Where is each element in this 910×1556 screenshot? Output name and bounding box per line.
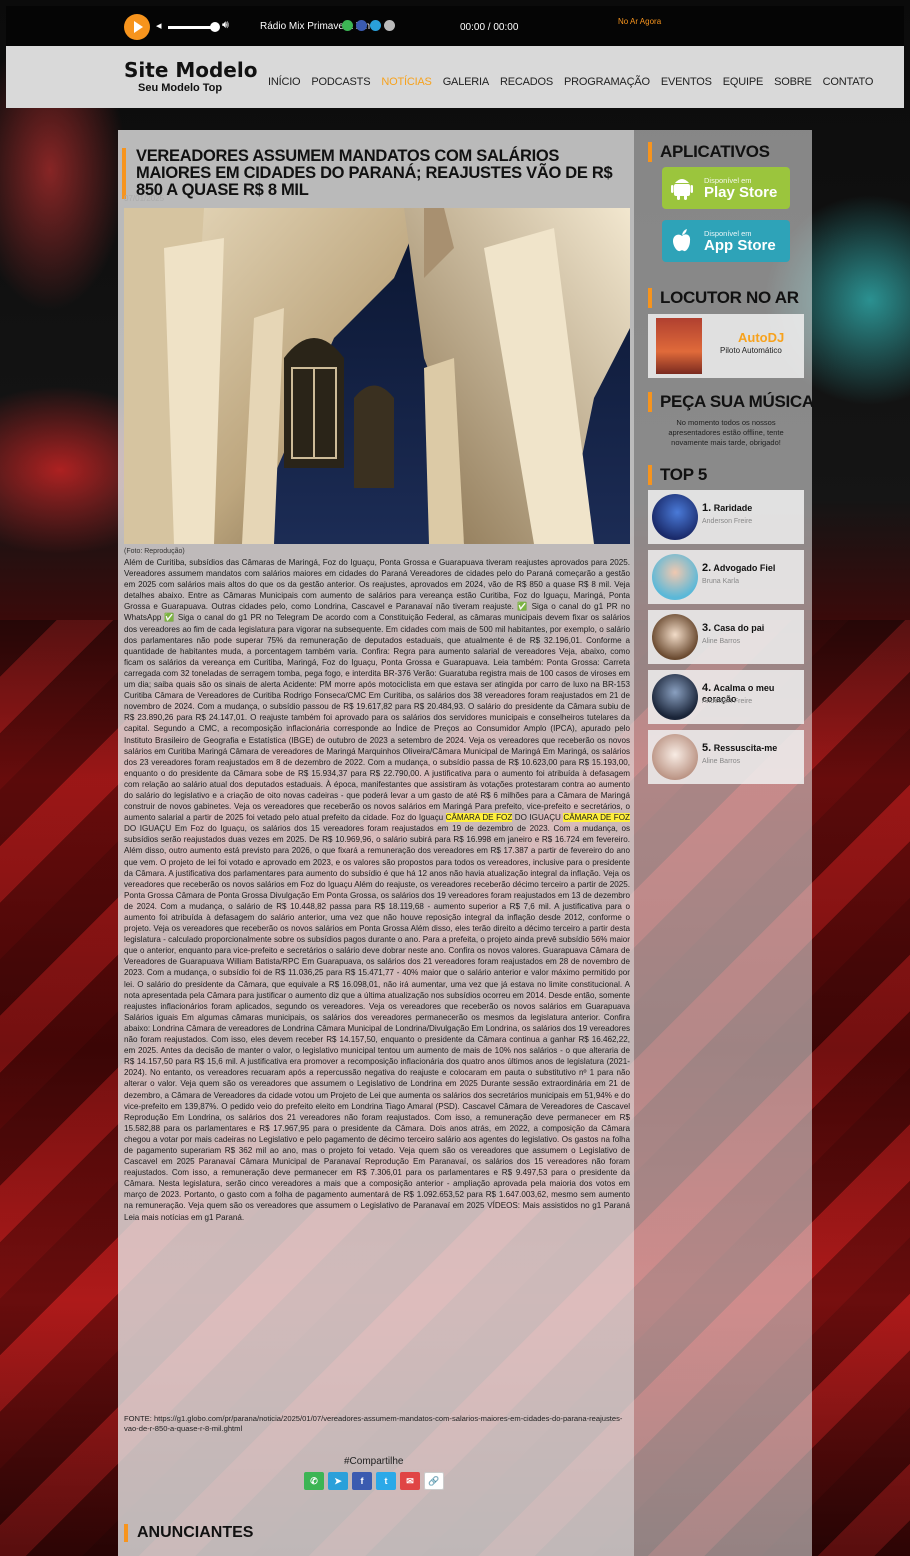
play-store-button[interactable]: Disponível em Play Store <box>662 167 790 209</box>
top5-artist: Anderson Freire <box>702 698 753 705</box>
nav-item-galeria[interactable]: GALERIA <box>443 76 489 88</box>
nav-item-noticias[interactable]: NOTÍCIAS <box>381 76 432 88</box>
album-cover <box>652 674 698 720</box>
locutor-role: Piloto Automático <box>720 346 782 355</box>
article-date: 07/01/2025 <box>124 194 165 203</box>
main-nav: INÍCIO PODCASTS NOTÍCIAS GALERIA RECADOS… <box>268 76 873 88</box>
play-store-label: Play Store <box>704 183 778 201</box>
sponsors-title: ANUNCIANTES <box>124 1524 253 1542</box>
telegram-share-button[interactable]: ➤ <box>328 1472 348 1490</box>
android-icon <box>670 176 694 200</box>
globe-icon[interactable] <box>384 20 395 31</box>
volume-slider-handle[interactable] <box>210 22 220 32</box>
apple-icon <box>670 229 694 253</box>
top5-song-title: Advogado Fiel <box>713 563 776 573</box>
top5-song-title: Raridade <box>713 503 753 513</box>
locutor-avatar <box>656 318 702 374</box>
top5-item[interactable]: 3. Casa do pai Aline Barros <box>648 610 804 664</box>
article-body-text: DO IGUAÇU Em Foz do Iguaçu, os salários … <box>124 824 630 1222</box>
play-button[interactable] <box>124 14 150 40</box>
top5-rank: 2. <box>702 562 712 574</box>
station-social-icons <box>342 20 395 31</box>
email-share-button[interactable]: ✉ <box>400 1472 420 1490</box>
article-source[interactable]: FONTE: https://g1.globo.com/pr/parana/no… <box>124 1414 624 1434</box>
album-cover <box>652 734 698 780</box>
locutor-name: AutoDJ <box>738 330 785 345</box>
twitter-share-button[interactable]: t <box>376 1472 396 1490</box>
top5-song: 5. Ressuscita-me <box>702 742 777 754</box>
volume-up-icon[interactable]: 🔊︎ <box>222 19 229 32</box>
request-song-title: PEÇA SUA MÚSICA <box>648 392 814 412</box>
app-store-button[interactable]: Disponível em App Store <box>662 220 790 262</box>
article-photo <box>124 208 630 544</box>
locutor-card: AutoDJ Piloto Automático <box>648 314 804 378</box>
share-buttons: ✆ ➤ f t ✉ 🔗 <box>304 1472 444 1490</box>
locutor-title: LOCUTOR NO AR <box>648 288 799 308</box>
site-logo-subtitle: Seu Modelo Top <box>138 82 223 94</box>
copy-link-button[interactable]: 🔗 <box>424 1472 444 1490</box>
whatsapp-share-button[interactable]: ✆ <box>304 1472 324 1490</box>
nav-item-programacao[interactable]: PROGRAMAÇÃO <box>564 76 650 88</box>
play-store-small-label: Disponível em <box>704 175 752 185</box>
top5-artist: Aline Barros <box>702 638 741 645</box>
article-body-text: DO IGUAÇU <box>512 813 564 823</box>
volume-mute-icon[interactable]: ◂ <box>156 19 162 32</box>
top5-song: 1. Raridade <box>702 502 752 514</box>
album-cover <box>652 494 698 540</box>
request-song-message: No momento todos os nossos apresentadore… <box>668 418 784 447</box>
on-air-label: No Ar Agora <box>618 17 662 26</box>
nav-item-podcasts[interactable]: PODCASTS <box>311 76 370 88</box>
top5-artist: Bruna Karla <box>702 578 739 585</box>
top5-rank: 1. <box>702 502 712 514</box>
article-title: VEREADORES ASSUMEM MANDATOS COM SALÁRIOS… <box>122 148 628 199</box>
nav-item-equipe[interactable]: EQUIPE <box>723 76 764 88</box>
top5-title: TOP 5 <box>648 465 707 485</box>
nav-item-contato[interactable]: CONTATO <box>823 76 874 88</box>
top5-rank: 4. <box>702 682 712 694</box>
album-cover <box>652 554 698 600</box>
nav-item-recados[interactable]: RECADOS <box>500 76 553 88</box>
facebook-icon[interactable] <box>356 20 367 31</box>
article-body-text: Além de Curitiba, subsídios das Câmaras … <box>124 558 630 823</box>
radio-player-bar: ◂ 🔊︎ Rádio Mix Primavera Fm 00:00 / 00:0… <box>6 6 904 46</box>
album-cover <box>652 614 698 660</box>
top5-song-title: Ressuscita-me <box>713 743 778 753</box>
top5-song-title: Casa do pai <box>713 623 765 633</box>
top5-artist: Aline Barros <box>702 758 741 765</box>
top5-item[interactable]: 2. Advogado Fiel Bruna Karla <box>648 550 804 604</box>
top5-song: 2. Advogado Fiel <box>702 562 775 574</box>
site-header: Site Modelo Seu Modelo Top INÍCIO PODCAS… <box>6 46 904 108</box>
top5-rank: 3. <box>702 622 712 634</box>
apps-title: APLICATIVOS <box>648 142 770 162</box>
app-store-label: App Store <box>704 236 776 254</box>
top5-song: 3. Casa do pai <box>702 622 764 634</box>
site-logo-title[interactable]: Site Modelo <box>124 58 257 82</box>
top5-item[interactable]: 4. Acalma o meu coração Anderson Freire <box>648 670 804 724</box>
top5-rank: 5. <box>702 742 712 754</box>
share-title: #Compartilhe <box>344 1456 404 1467</box>
facebook-share-button[interactable]: f <box>352 1472 372 1490</box>
volume-slider[interactable] <box>168 26 214 29</box>
nav-item-sobre[interactable]: SOBRE <box>774 76 812 88</box>
highlight-link[interactable]: CÂMARA DE FOZ <box>563 813 630 823</box>
top5-item[interactable]: 1. Raridade Anderson Freire <box>648 490 804 544</box>
photo-caption: (Foto: Reprodução) <box>124 548 185 555</box>
nav-item-inicio[interactable]: INÍCIO <box>268 76 301 88</box>
app-store-small-label: Disponível em <box>704 228 752 238</box>
top5-artist: Anderson Freire <box>702 518 753 525</box>
article-body: Além de Curitiba, subsídios das Câmaras … <box>124 557 630 1403</box>
highlight-link[interactable]: CÂMARA DE FOZ <box>445 813 513 823</box>
playback-time: 00:00 / 00:00 <box>460 22 519 33</box>
top5-item[interactable]: 5. Ressuscita-me Aline Barros <box>648 730 804 784</box>
whatsapp-icon[interactable] <box>342 20 353 31</box>
building-photo-illustration <box>124 208 630 544</box>
telegram-icon[interactable] <box>370 20 381 31</box>
nav-item-eventos[interactable]: EVENTOS <box>661 76 712 88</box>
